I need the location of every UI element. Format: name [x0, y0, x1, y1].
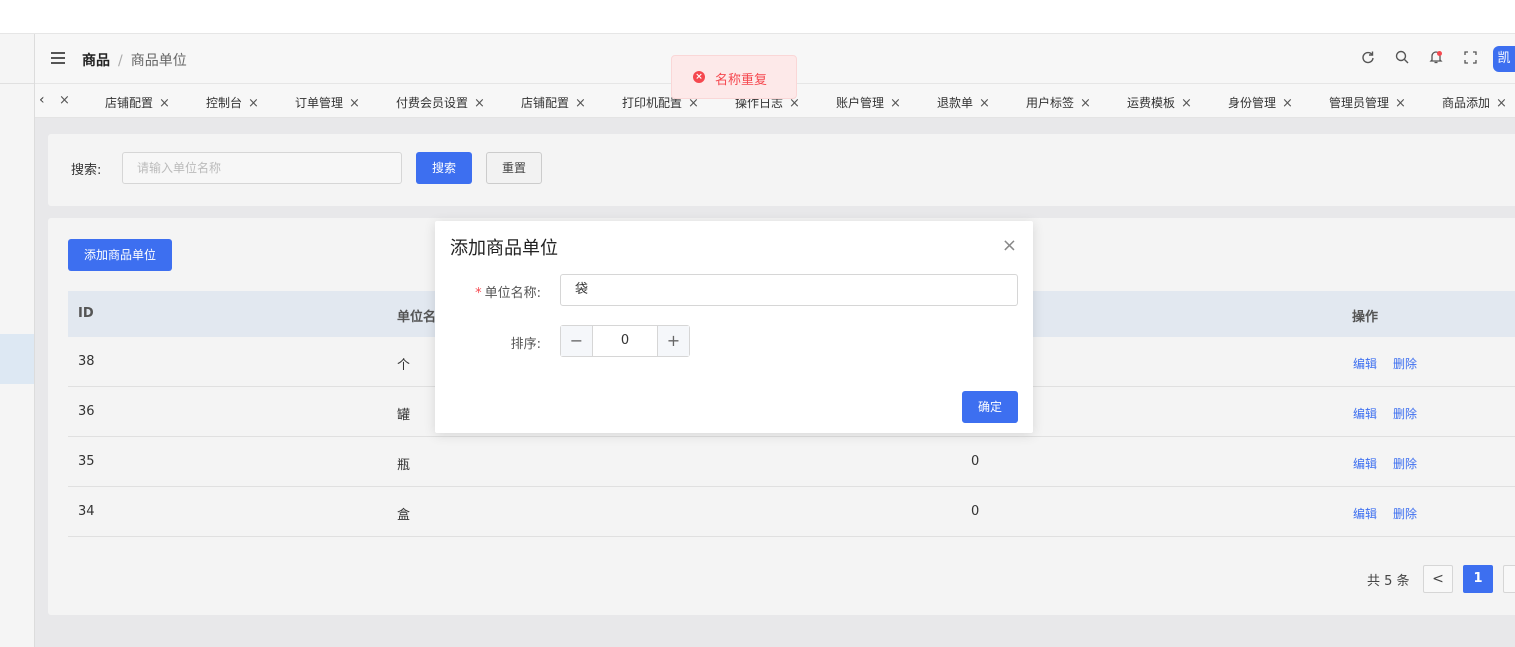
sidebar — [0, 34, 35, 647]
sidebar-divider — [0, 83, 34, 84]
tab-close-icon[interactable]: × — [1282, 96, 1293, 111]
tab-item[interactable]: 店铺配置 × — [105, 94, 170, 111]
table-row: 34 盒 0 编辑 删除 — [68, 487, 1515, 537]
tab-item[interactable]: 退款单 × — [937, 94, 990, 111]
breadcrumb-item-goods[interactable]: 商品 — [82, 53, 110, 69]
tab-close-icon[interactable]: × — [248, 96, 259, 111]
decrement-button[interactable]: − — [561, 326, 593, 356]
breadcrumb-separator: / — [118, 53, 123, 69]
bell-icon[interactable] — [1419, 50, 1453, 68]
cell-sort: 0 — [971, 454, 980, 469]
notification-dot — [1437, 51, 1442, 56]
edit-link[interactable]: 编辑 — [1353, 505, 1377, 522]
cell-sort: 0 — [971, 504, 980, 519]
tab-item[interactable]: 用户标签 × — [1026, 94, 1091, 111]
unit-name-label: * 单位名称: — [475, 286, 541, 301]
tab-close-icon[interactable]: × — [159, 96, 170, 111]
tab-item[interactable]: 账户管理 × — [836, 94, 901, 111]
tab-item[interactable]: 商品添加 × — [1442, 94, 1507, 111]
search-panel: 搜索: 搜索 重置 — [48, 134, 1515, 206]
cell-id: 38 — [78, 354, 95, 369]
pagination-prev-button[interactable]: < — [1423, 565, 1453, 593]
tab-item[interactable]: 付费会员设置 × — [396, 94, 485, 111]
column-header-actions: 操作 — [1352, 310, 1379, 325]
breadcrumb-item-unit: 商品单位 — [130, 53, 187, 69]
close-icon[interactable]: × — [1002, 235, 1017, 256]
sort-value-input[interactable]: 0 — [593, 326, 657, 356]
breadcrumb: 商品 / 商品单位 — [82, 50, 187, 70]
cell-name: 瓶 — [397, 458, 411, 473]
tab-scroll-left-icon[interactable]: ‹ — [39, 92, 45, 108]
delete-link[interactable]: 删除 — [1393, 455, 1417, 472]
unit-name-field[interactable]: 袋 — [560, 274, 1018, 306]
header-toolbar: 凯 — [1351, 46, 1515, 72]
tab-close-icon[interactable]: × — [979, 96, 990, 111]
tab-close-icon[interactable]: × — [1181, 96, 1192, 111]
edit-link[interactable]: 编辑 — [1353, 455, 1377, 472]
delete-link[interactable]: 删除 — [1393, 505, 1417, 522]
reset-button[interactable]: 重置 — [486, 152, 542, 184]
menu-toggle-icon[interactable] — [51, 52, 65, 64]
delete-link[interactable]: 删除 — [1393, 405, 1417, 422]
cell-name: 罐 — [397, 408, 411, 423]
tab-close-icon[interactable]: × — [1080, 96, 1091, 111]
user-avatar[interactable]: 凯 — [1493, 46, 1515, 72]
add-unit-button[interactable]: 添加商品单位 — [68, 239, 172, 271]
cell-name: 个 — [397, 358, 411, 373]
edit-link[interactable]: 编辑 — [1353, 355, 1377, 372]
cell-id: 34 — [78, 504, 95, 519]
tab-item[interactable]: 运费模板 × — [1127, 94, 1192, 111]
pagination-next-button[interactable] — [1503, 565, 1515, 593]
cell-id: 35 — [78, 454, 95, 469]
column-header-id: ID — [78, 306, 94, 321]
error-icon: × — [693, 71, 705, 83]
tab-close-icon[interactable]: × — [1395, 96, 1406, 111]
toast-message: 名称重复 — [715, 73, 768, 88]
tab-item[interactable]: 管理员管理 × — [1329, 94, 1406, 111]
tab-close-icon[interactable]: × — [349, 96, 360, 111]
cell-id: 36 — [78, 404, 95, 419]
tab-item[interactable]: 订单管理 × — [295, 94, 360, 111]
tab-item[interactable]: 身份管理 × — [1228, 94, 1293, 111]
edit-link[interactable]: 编辑 — [1353, 405, 1377, 422]
required-mark: * — [475, 286, 482, 301]
tab-close-icon[interactable]: × — [575, 96, 586, 111]
sort-stepper: − 0 + — [560, 325, 690, 357]
sort-label: 排序: — [510, 337, 541, 352]
tab-close-icon[interactable]: × — [59, 93, 70, 108]
increment-button[interactable]: + — [657, 326, 689, 356]
fullscreen-icon[interactable] — [1453, 50, 1487, 68]
pagination-page-current[interactable]: 1 — [1463, 565, 1493, 593]
table-row: 35 瓶 0 编辑 删除 — [68, 437, 1515, 487]
dialog-title: 添加商品单位 — [450, 238, 558, 259]
refresh-icon[interactable] — [1351, 50, 1385, 68]
error-toast: × 名称重复 — [671, 55, 797, 99]
search-label: 搜索: — [71, 163, 102, 178]
tab-close-icon[interactable]: × — [1496, 96, 1507, 111]
tab-close-icon[interactable]: × — [474, 96, 485, 111]
tab-close-icon[interactable]: × — [890, 96, 901, 111]
cell-name: 盒 — [397, 508, 411, 523]
browser-top-bar — [0, 0, 1515, 34]
search-button[interactable]: 搜索 — [416, 152, 472, 184]
confirm-button[interactable]: 确定 — [962, 391, 1018, 423]
tab-item[interactable]: 店铺配置 × — [521, 94, 586, 111]
sidebar-active-item[interactable] — [0, 334, 34, 384]
delete-link[interactable]: 删除 — [1393, 355, 1417, 372]
add-unit-dialog: 添加商品单位 × * 单位名称: 袋 排序: − 0 + 确定 — [435, 221, 1033, 433]
search-icon[interactable] — [1385, 50, 1419, 68]
tab-item[interactable]: 控制台 × — [206, 94, 259, 111]
pagination-total: 共 5 条 — [1367, 574, 1410, 589]
unit-name-search-input[interactable] — [122, 152, 402, 184]
